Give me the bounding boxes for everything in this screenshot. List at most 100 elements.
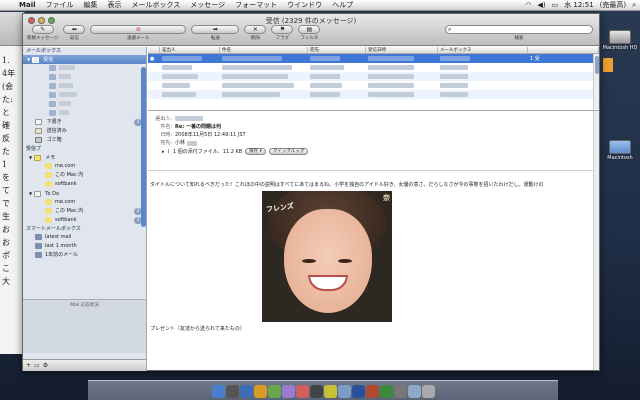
menu-edit[interactable]: 編集 <box>79 0 103 10</box>
table-row[interactable]: ● 1 受 <box>148 54 599 63</box>
document-line: お <box>2 238 10 247</box>
sidebar-item-account[interactable] <box>23 109 146 118</box>
iphoto-icon[interactable] <box>337 385 351 398</box>
sidebar-item-todo-mecom[interactable]: me.com <box>23 198 146 207</box>
column-date[interactable]: 受信日時 <box>366 47 438 53</box>
show-activity-icon[interactable]: ▭ <box>34 362 40 369</box>
trash-dock-icon[interactable] <box>421 385 435 398</box>
desktop-icon-hd[interactable]: Macintosh HD <box>600 30 640 51</box>
attached-photo[interactable]: フレンズ 奈 <box>262 191 392 322</box>
table-row[interactable] <box>148 90 599 99</box>
preview-scrollbar[interactable] <box>593 111 599 370</box>
column-flag[interactable] <box>528 47 599 53</box>
sidebar-item-todo-local[interactable]: この Mac 内2 <box>23 207 146 216</box>
sidebar-item-smart-latest[interactable]: latest mail <box>23 233 146 242</box>
excel-icon[interactable] <box>379 385 393 398</box>
reply-button[interactable]: ⬅ 返信 <box>63 25 86 41</box>
menu-window[interactable]: ウインドウ <box>282 0 327 10</box>
search-input[interactable] <box>445 25 593 34</box>
menu-message[interactable]: メッセージ <box>185 0 230 10</box>
sidebar-item-trash[interactable]: ゴミ箱 <box>23 136 146 145</box>
ichat-icon[interactable] <box>267 385 281 398</box>
table-row[interactable] <box>148 63 599 72</box>
gear-icon[interactable]: ⚙ <box>43 362 48 369</box>
forward-button[interactable]: ➡ 転送 <box>191 25 240 41</box>
table-row[interactable] <box>148 81 599 90</box>
section-smart-mailboxes[interactable]: スマートメールボックス <box>23 225 146 233</box>
save-button[interactable]: 保存 ▾ <box>245 148 266 155</box>
powerpoint-icon[interactable] <box>365 385 379 398</box>
word-icon[interactable] <box>351 385 365 398</box>
menu-file[interactable]: ファイル <box>41 0 79 10</box>
sidebar-item-notes-softbank[interactable]: softbank <box>23 180 146 189</box>
sidebar-item-notes-mecom[interactable]: me.com <box>23 162 146 171</box>
safari-icon[interactable] <box>253 385 267 398</box>
finder-icon[interactable] <box>211 385 225 398</box>
sidebar-item-account[interactable] <box>23 91 146 100</box>
sidebar-item-notes-local[interactable]: この Mac 内 <box>23 171 146 180</box>
sidebar-item-account[interactable] <box>23 64 146 73</box>
table-row[interactable] <box>148 72 599 81</box>
activity-viewer: Mail 応答状況 <box>23 299 146 353</box>
sent-icon <box>35 127 42 134</box>
list-header: 差出人 件名 宛先 受信日時 メールボックス <box>148 47 599 54</box>
menu-help[interactable]: ヘルプ <box>327 0 358 10</box>
spotlight-icon[interactable]: ⌕ <box>632 1 636 10</box>
sidebar-item-account[interactable] <box>23 82 146 91</box>
document-line: お <box>2 225 10 234</box>
dashboard-icon[interactable] <box>225 385 239 398</box>
delete-button[interactable]: ✕ 削除 <box>244 25 267 41</box>
title-bar[interactable]: 受信 (2329 件のメッセージ) ✎ 新規メッセージ ⬅ 返信 ⊘ 迷惑メール… <box>23 14 599 46</box>
sidebar-item-todo[interactable]: ▼ To Do <box>23 189 146 198</box>
document-line: 4年 <box>2 69 16 78</box>
clock[interactable]: 水 12:51 <box>564 0 593 10</box>
sidebar-item-account[interactable] <box>23 73 146 82</box>
column-to[interactable]: 宛先 <box>308 47 366 53</box>
sidebar-item-account[interactable] <box>23 100 146 109</box>
wifi-icon[interactable]: ◠ <box>525 1 531 9</box>
message-to[interactable]: 小林 <box>175 139 185 147</box>
column-mailbox[interactable]: メールボックス <box>438 47 528 53</box>
address-book-icon[interactable] <box>281 385 295 398</box>
sidebar-item-drafts[interactable]: 下書き 1 <box>23 118 146 127</box>
filter-button[interactable]: ▤ フィルタ <box>298 25 321 41</box>
new-message-button[interactable]: ✎ 新規メッセージ <box>27 25 58 41</box>
flag-button[interactable]: ⚑ フラグ <box>271 25 294 41</box>
menu-view[interactable]: 表示 <box>103 0 127 10</box>
document-line: と <box>2 108 10 117</box>
quicklook-button[interactable]: クイックルック <box>268 148 309 155</box>
document-icon[interactable] <box>603 58 613 72</box>
status-column[interactable] <box>148 47 160 53</box>
itunes-icon[interactable] <box>323 385 337 398</box>
list-scroll-thumb[interactable] <box>595 56 599 74</box>
ical-icon[interactable] <box>295 385 309 398</box>
disclosure-icon[interactable]: ▸ <box>162 149 165 155</box>
list-scrollbar[interactable] <box>593 54 599 109</box>
battery-icon[interactable]: ▭ <box>552 1 559 9</box>
desktop-icon-folder[interactable]: Macintosh <box>600 140 640 161</box>
sidebar-item-inbox[interactable]: ▼ 受信 <box>23 55 146 64</box>
add-icon[interactable]: + <box>26 362 31 369</box>
section-reminders[interactable]: 受信ブ <box>23 145 146 153</box>
sidebar-item-sent[interactable]: 送信済み <box>23 127 146 136</box>
preview-icon[interactable] <box>309 385 323 398</box>
menu-app[interactable]: Mail <box>14 1 41 9</box>
junk-button[interactable]: ⊘ 迷惑メール <box>90 25 187 41</box>
column-subject[interactable]: 件名 <box>220 47 308 53</box>
section-mailboxes[interactable]: メールボックス <box>23 47 146 55</box>
system-preferences-icon[interactable] <box>393 385 407 398</box>
sidebar-item-todo-softbank[interactable]: softbank 1 <box>23 216 146 225</box>
activity-title: Mail 応答状況 <box>70 303 99 308</box>
sidebar-item-smart-month[interactable]: last 1 month <box>23 242 146 251</box>
sidebar-item-smart-year[interactable]: 1年前のメール <box>23 251 146 260</box>
sidebar-item-notes[interactable]: ▼ メモ <box>23 153 146 162</box>
mail-icon[interactable] <box>239 385 253 398</box>
message-header: 差出人: 件名: Re: 一番の問題は何 日時: 2008年11月5日 12:4… <box>148 111 599 171</box>
menu-format[interactable]: フォーマット <box>230 0 282 10</box>
downloads-stack-icon[interactable] <box>407 385 421 398</box>
menu-mailbox[interactable]: メールボックス <box>127 0 186 10</box>
sidebar-scrollbar[interactable] <box>141 67 146 227</box>
volume-icon[interactable]: ◀) <box>537 1 545 9</box>
column-from[interactable]: 差出人 <box>160 47 220 53</box>
user-name[interactable]: (売最高) <box>600 0 626 10</box>
